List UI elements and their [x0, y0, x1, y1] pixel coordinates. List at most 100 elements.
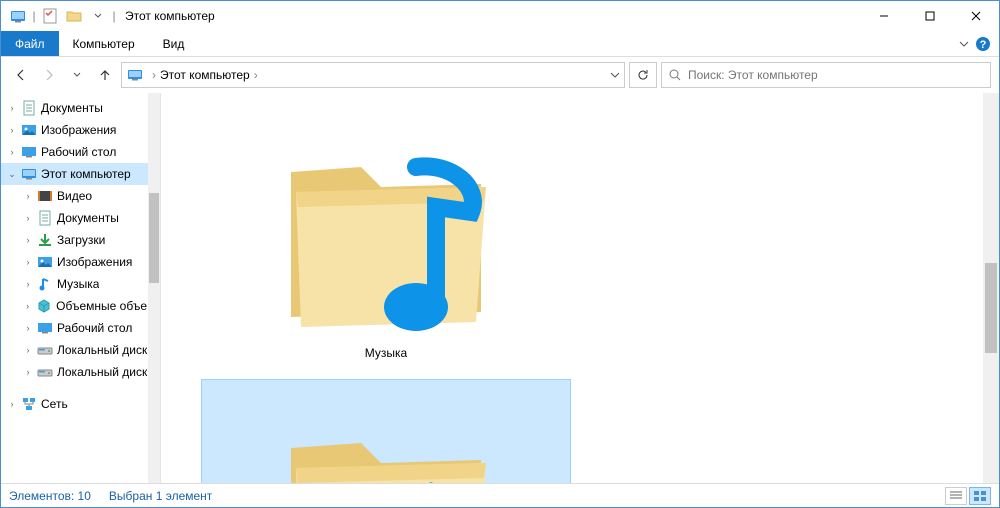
image-icon	[37, 254, 53, 270]
titlebar: | | Этот компьютер	[1, 1, 999, 31]
chevron-right-icon[interactable]: ›	[254, 68, 258, 82]
tree-item[interactable]: › Локальный диск	[1, 361, 160, 383]
ribbon-tab-file[interactable]: Файл	[1, 31, 59, 56]
tree-item-label: Документы	[41, 101, 103, 115]
chevron-right-icon[interactable]: ›	[21, 233, 35, 247]
tree-item[interactable]: › Документы	[1, 97, 160, 119]
chevron-right-icon[interactable]: ›	[21, 299, 34, 313]
qat-separator-icon: |	[111, 5, 117, 27]
maximize-button[interactable]	[907, 1, 953, 31]
tree-item[interactable]: › Объемные объекты	[1, 295, 160, 317]
tree-item[interactable]: › Изображения	[1, 119, 160, 141]
svg-text:?: ?	[980, 39, 987, 51]
tree-item-label: Объемные объекты	[56, 299, 160, 313]
address-segment[interactable]: Этот компьютер	[160, 68, 250, 82]
tree-item-label: Видео	[57, 189, 92, 203]
chevron-right-icon[interactable]: ›	[21, 365, 35, 379]
tree-item-label: Локальный диск	[57, 365, 147, 379]
chevron-right-icon[interactable]: ›	[21, 189, 35, 203]
view-large-icons-button[interactable]	[969, 487, 991, 505]
sidebar-scrollbar[interactable]	[148, 93, 160, 483]
chevron-right-icon[interactable]: ›	[21, 343, 35, 357]
chevron-right-icon[interactable]: ›	[21, 211, 35, 225]
tree-item[interactable]: › Видео	[1, 185, 160, 207]
desktop-icon	[37, 320, 53, 336]
close-button[interactable]	[953, 1, 999, 31]
content-scrollbar[interactable]	[983, 93, 999, 483]
navbar: › Этот компьютер ›	[1, 57, 999, 93]
forward-button[interactable]	[37, 63, 61, 87]
tree-item[interactable]: ›Документы	[1, 207, 160, 229]
tree-item-label: Музыка	[57, 277, 99, 291]
status-selection: Выбран 1 элемент	[109, 489, 212, 503]
chevron-right-icon[interactable]: ›	[21, 321, 35, 335]
chevron-down-icon[interactable]: ⌄	[5, 167, 19, 181]
folder-item[interactable]: Музыка	[201, 103, 571, 369]
search-box[interactable]	[661, 62, 991, 88]
help-icon[interactable]: ?	[975, 36, 991, 52]
up-button[interactable]	[93, 63, 117, 87]
minimize-button[interactable]	[861, 1, 907, 31]
status-item-count: Элементов: 10	[9, 489, 91, 503]
doc-icon	[37, 210, 53, 226]
window-title: Этот компьютер	[125, 9, 215, 23]
address-bar[interactable]: › Этот компьютер ›	[121, 62, 625, 88]
chevron-right-icon[interactable]: ›	[21, 277, 35, 291]
status-bar: Элементов: 10 Выбран 1 элемент	[1, 483, 999, 507]
folder-item[interactable]: Объемные объекты	[201, 379, 571, 483]
address-dropdown-icon[interactable]	[610, 70, 620, 80]
tree-item[interactable]: › Музыка	[1, 273, 160, 295]
qat-app-icon[interactable]	[7, 5, 29, 27]
chevron-right-icon[interactable]: ›	[21, 255, 35, 269]
tree-item-label: Рабочий стол	[57, 321, 132, 335]
music-icon	[37, 276, 53, 292]
3d-folder-icon	[271, 388, 501, 483]
chevron-right-icon[interactable]: ›	[5, 123, 19, 137]
network-icon	[21, 396, 37, 412]
tree-item[interactable]: › Изображения	[1, 251, 160, 273]
view-details-button[interactable]	[945, 487, 967, 505]
tree-item[interactable]: › Рабочий стол	[1, 141, 160, 163]
image-icon	[21, 122, 37, 138]
content-area: Музыка Объемные объекты	[161, 93, 999, 483]
tree-item-label: Локальный диск	[57, 343, 147, 357]
drive-icon	[37, 342, 53, 358]
download-icon	[37, 232, 53, 248]
recent-dropdown-icon[interactable]	[65, 63, 89, 87]
music-folder-icon	[271, 112, 501, 342]
ribbon: Файл Компьютер Вид ?	[1, 31, 999, 57]
navigation-tree: ›Документы›Изображения›Рабочий стол⌄Этот…	[1, 93, 161, 483]
tree-item-label: Изображения	[41, 123, 116, 137]
search-icon	[668, 68, 682, 82]
qat-separator-icon: |	[31, 5, 37, 27]
tree-item-label: Сеть	[41, 397, 68, 411]
chevron-right-icon[interactable]: ›	[5, 101, 19, 115]
drive-icon	[37, 364, 53, 380]
3d-icon	[36, 298, 52, 314]
tree-item[interactable]: › Локальный диск	[1, 339, 160, 361]
refresh-button[interactable]	[629, 62, 657, 88]
chevron-right-icon[interactable]: ›	[5, 145, 19, 159]
tree-item[interactable]: ⌄ Этот компьютер	[1, 163, 160, 185]
tree-item[interactable]: › Загрузки	[1, 229, 160, 251]
qat-dropdown-icon[interactable]	[87, 5, 109, 27]
tree-item[interactable]: › Рабочий стол	[1, 317, 160, 339]
tree-item[interactable]: › Сеть	[1, 393, 160, 415]
ribbon-expand-icon[interactable]	[959, 39, 969, 49]
back-button[interactable]	[9, 63, 33, 87]
tree-item-label: Загрузки	[57, 233, 105, 247]
qat-properties-icon[interactable]	[39, 5, 61, 27]
tree-item-label: Рабочий стол	[41, 145, 116, 159]
doc-icon	[21, 100, 37, 116]
qat-newfolder-icon[interactable]	[63, 5, 85, 27]
search-input[interactable]	[688, 68, 984, 82]
pc-icon	[126, 66, 144, 84]
chevron-right-icon[interactable]: ›	[152, 68, 156, 82]
folder-item-label: Музыка	[365, 346, 407, 360]
tree-item-label: Изображения	[57, 255, 132, 269]
tree-item-label: Этот компьютер	[41, 167, 131, 181]
ribbon-tab-view[interactable]: Вид	[149, 31, 199, 56]
ribbon-tab-computer[interactable]: Компьютер	[59, 31, 149, 56]
desktop-icon	[21, 144, 37, 160]
chevron-right-icon[interactable]: ›	[5, 397, 19, 411]
